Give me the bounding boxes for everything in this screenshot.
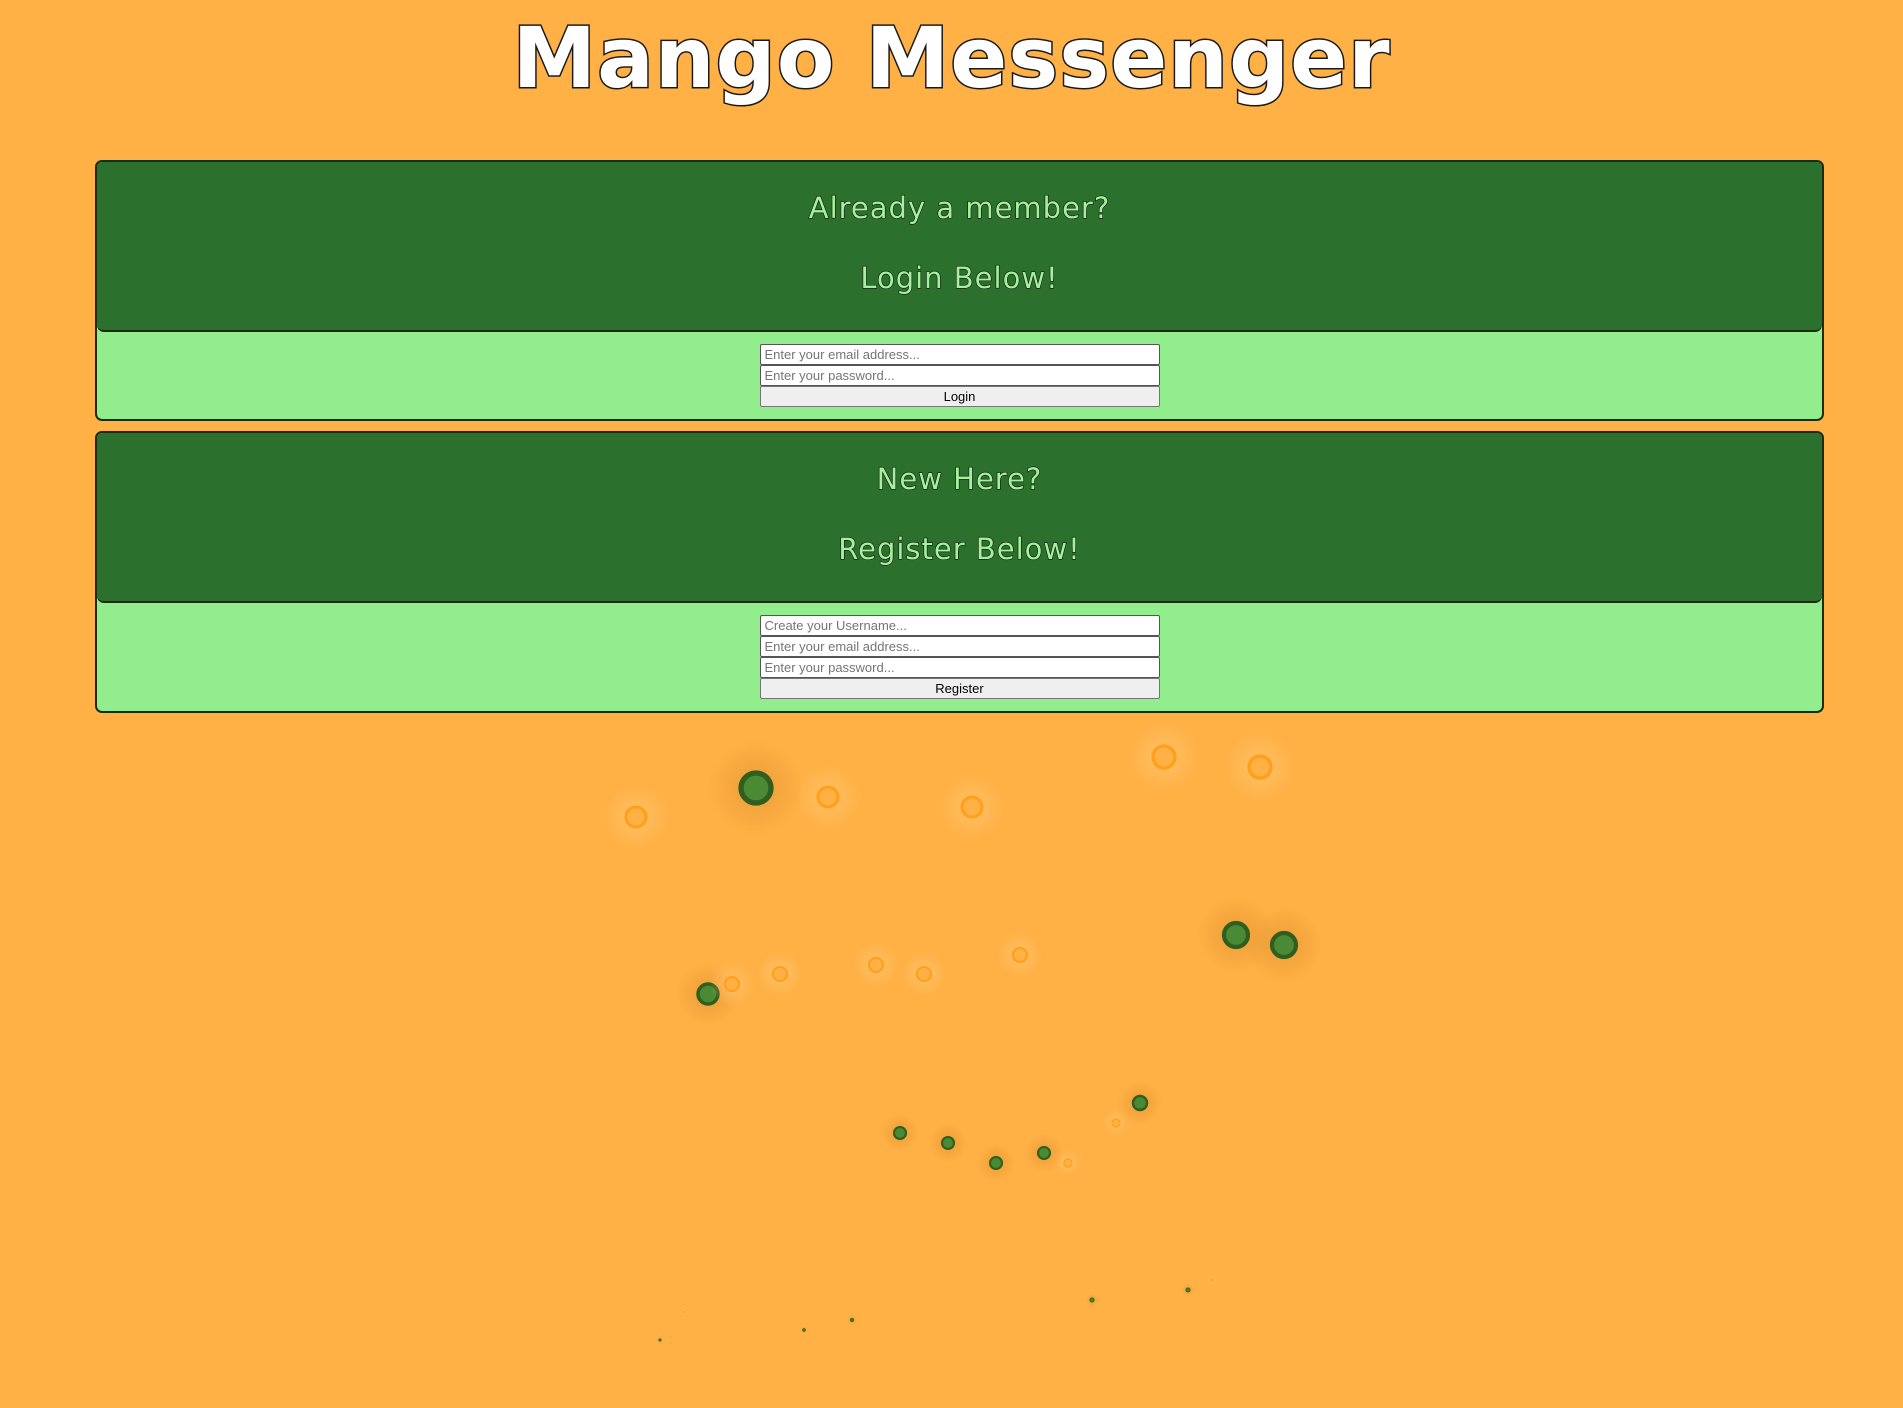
orange-bubble (1011, 946, 1029, 964)
green-bubble (892, 1125, 908, 1141)
orange-bubble (771, 965, 789, 983)
orange-bubble (960, 795, 984, 819)
orange-bubble (1210, 1278, 1214, 1282)
orange-bubble (867, 956, 885, 974)
green-bubble (802, 1328, 806, 1332)
green-bubble (1131, 1094, 1149, 1112)
decorative-bubbles (604, 721, 1323, 1344)
green-bubble (1036, 1145, 1052, 1161)
orange-bubble (915, 965, 933, 983)
orange-bubble (723, 975, 741, 993)
orange-bubble (682, 1310, 686, 1314)
green-bubble (658, 1338, 662, 1342)
green-bubble (940, 1135, 956, 1151)
green-bubble (1269, 930, 1299, 960)
green-bubble (988, 1155, 1004, 1171)
green-bubble (1185, 1287, 1191, 1293)
orange-bubble (1247, 754, 1273, 780)
green-bubble (738, 770, 774, 806)
green-bubble (1089, 1297, 1095, 1303)
orange-bubble (1063, 1158, 1073, 1168)
orange-bubble (1151, 744, 1177, 770)
orange-bubble (624, 805, 648, 829)
orange-bubble (1111, 1118, 1121, 1128)
orange-bubble (816, 785, 840, 809)
green-bubble (850, 1318, 854, 1322)
green-bubble (1221, 920, 1251, 950)
